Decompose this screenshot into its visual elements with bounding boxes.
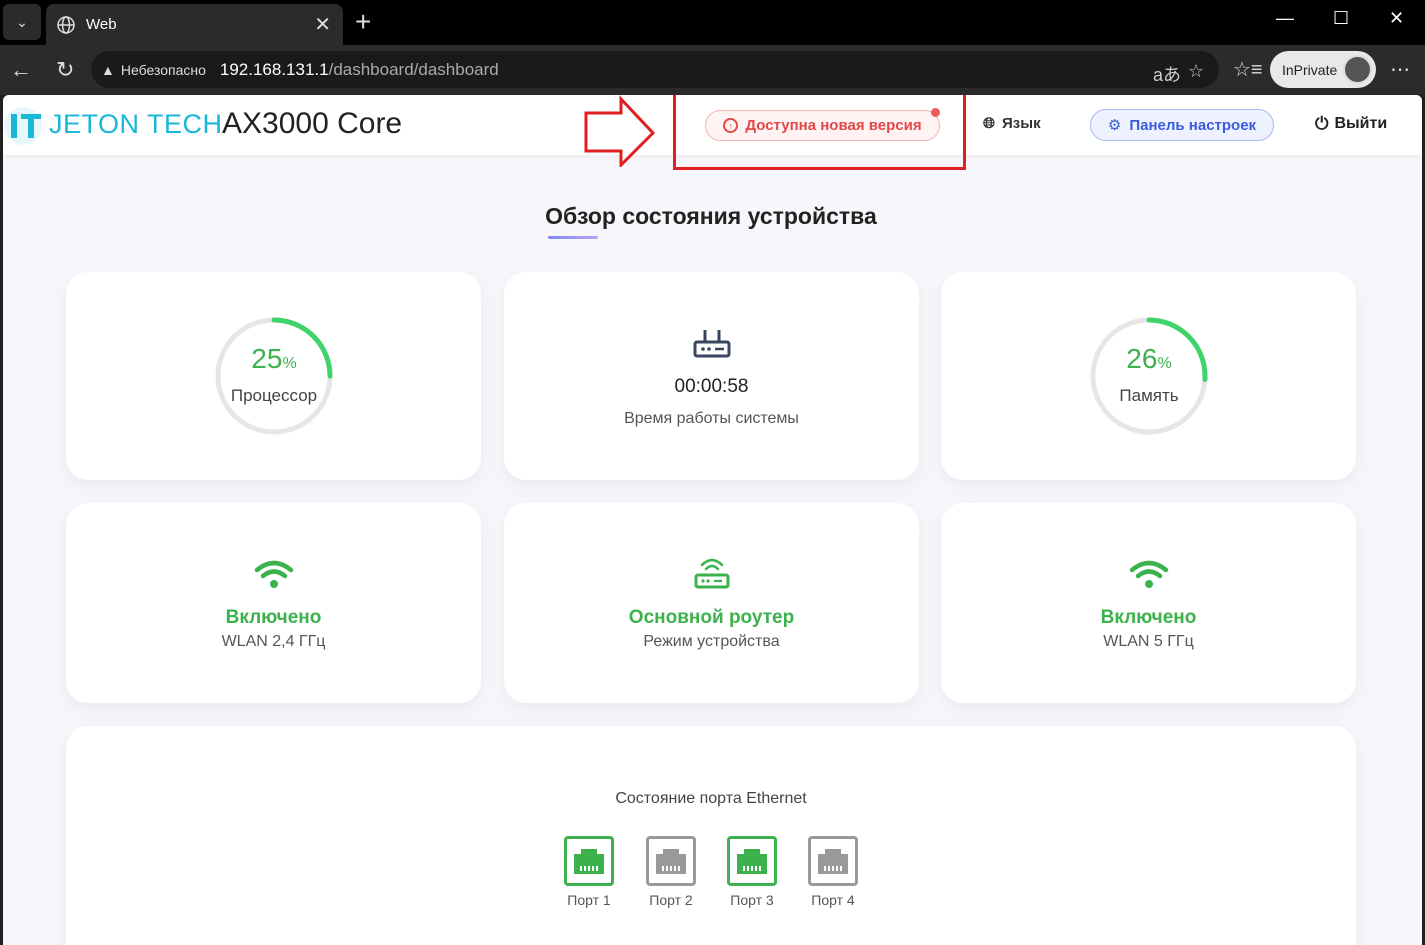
ethernet-port-icon (564, 836, 614, 886)
annotation-highlight-box (673, 95, 966, 170)
refresh-button[interactable]: ↻ (56, 57, 74, 83)
wifi-icon (1129, 560, 1168, 588)
wlan24-status: Включено (225, 607, 322, 628)
memory-value: 26% (1126, 343, 1172, 374)
back-button[interactable]: ← (10, 57, 32, 83)
ethernet-port-label: Порт 3 (730, 892, 774, 908)
device-mode-label: Режим устройства (643, 633, 780, 650)
wlan5-label: WLAN 5 ГГц (1103, 633, 1194, 650)
tab-actions-menu-button[interactable]: ⌄ (3, 4, 41, 40)
power-icon: ⏻ (1315, 114, 1329, 133)
cpu-gauge-ring (215, 317, 333, 435)
ethernet-port-icon (646, 836, 696, 886)
close-tab-icon[interactable]: ✕ (314, 12, 331, 37)
page-title: Обзор состояния устройства (545, 203, 877, 229)
ethernet-port: Порт 2 (646, 836, 696, 908)
browser-address-bar: ← ↻ ▲ Небезопасно 192.168.131.1/dashboar… (0, 45, 1425, 95)
browser-tab[interactable]: Web ✕ (46, 4, 343, 45)
cpu-gauge: 25% Процессор (213, 315, 335, 437)
language-label: Язык (1002, 115, 1041, 132)
jeton-logo-icon (4, 107, 42, 145)
browser-tab-bar: ⌄ Web ✕ + — ☐ ✕ (0, 0, 1425, 45)
memory-card: 26% Память (941, 272, 1356, 480)
cpu-card: 25% Процессор (66, 272, 481, 480)
ethernet-port: Порт 4 (808, 836, 858, 908)
settings-panel-label: Панель настроек (1129, 116, 1257, 134)
brand-name: JETON TECH (49, 109, 223, 139)
cpu-label: Процессор (230, 386, 318, 405)
title-underline (548, 236, 598, 239)
logout-button[interactable]: ⏻ Выйти (1315, 114, 1387, 134)
globe-icon: 🌐︎ (983, 115, 996, 132)
warning-icon: ▲ (101, 61, 115, 78)
device-mode-card: Основной роутер Режим устройства (504, 503, 919, 703)
security-status: Небезопасно (120, 61, 206, 78)
ethernet-port-label: Порт 2 (649, 892, 693, 908)
memory-gauge-ring (1090, 317, 1208, 435)
ethernet-port-icon (727, 836, 777, 886)
globe-icon (57, 15, 75, 34)
wlan5-card: Включено WLAN 5 ГГц (941, 503, 1356, 703)
inprivate-label: InPrivate (1282, 61, 1338, 78)
uptime-label: Время работы системы (624, 410, 799, 427)
language-button[interactable]: 🌐︎ Язык (983, 115, 1041, 132)
ethernet-port: Порт 3 (727, 836, 777, 908)
wireless-router-icon (694, 558, 729, 589)
gear-icon: ⚙ (1107, 117, 1122, 134)
ethernet-port: Порт 1 (564, 836, 614, 908)
device-mode-status: Основной роутер (628, 607, 795, 628)
ethernet-port-label: Порт 1 (567, 892, 611, 908)
tab-title: Web (86, 16, 117, 33)
uptime-card: 00:00:58 Время работы системы (504, 272, 919, 480)
ethernet-card: Состояние порта Ethernet Порт 1 Порт 2 Пор… (66, 726, 1356, 945)
more-menu-icon[interactable]: ⋯ (1390, 57, 1410, 82)
favorites-icon[interactable]: ☆≡ (1233, 57, 1263, 82)
inprivate-profile-button[interactable]: InPrivate (1270, 51, 1376, 88)
chevron-down-icon: ⌄ (16, 13, 28, 30)
favorite-star-icon[interactable]: ☆ (1188, 61, 1204, 82)
annotation-arrow-icon (584, 95, 656, 167)
memory-label: Память (1119, 386, 1179, 405)
ethernet-port-label: Порт 4 (811, 892, 855, 908)
ethernet-title: Состояние порта Ethernet (615, 790, 807, 807)
uptime-value: 00:00:58 (674, 376, 749, 397)
memory-gauge: 26% Память (1088, 315, 1210, 437)
new-tab-button[interactable]: + (355, 6, 371, 38)
wlan24-card: Включено WLAN 2,4 ГГц (66, 503, 481, 703)
cpu-value: 25% (251, 343, 297, 374)
url-input[interactable]: ▲ Небезопасно 192.168.131.1/dashboard/da… (91, 51, 1219, 88)
maximize-window-button[interactable]: ☐ (1333, 8, 1349, 29)
close-window-button[interactable]: ✕ (1389, 8, 1404, 29)
url-host: 192.168.131.1 (219, 59, 329, 79)
minimize-window-button[interactable]: — (1276, 8, 1294, 29)
device-model: AX3000 Core (222, 107, 403, 140)
wlan24-label: WLAN 2,4 ГГц (221, 633, 326, 650)
translate-icon[interactable]: aあ (1153, 61, 1181, 87)
settings-panel-button[interactable]: ⚙ Панель настроек (1090, 109, 1274, 141)
ethernet-port-icon (808, 836, 858, 886)
router-dashboard-page: JETON TECH AX3000 Core ↑ Доступна новая … (3, 95, 1422, 945)
wifi-icon (254, 560, 293, 588)
wlan5-status: Включено (1100, 607, 1197, 628)
url-path: /dashboard/dashboard (328, 59, 499, 79)
logout-label: Выйти (1334, 115, 1388, 132)
router-icon (693, 330, 730, 358)
avatar (1343, 55, 1372, 84)
